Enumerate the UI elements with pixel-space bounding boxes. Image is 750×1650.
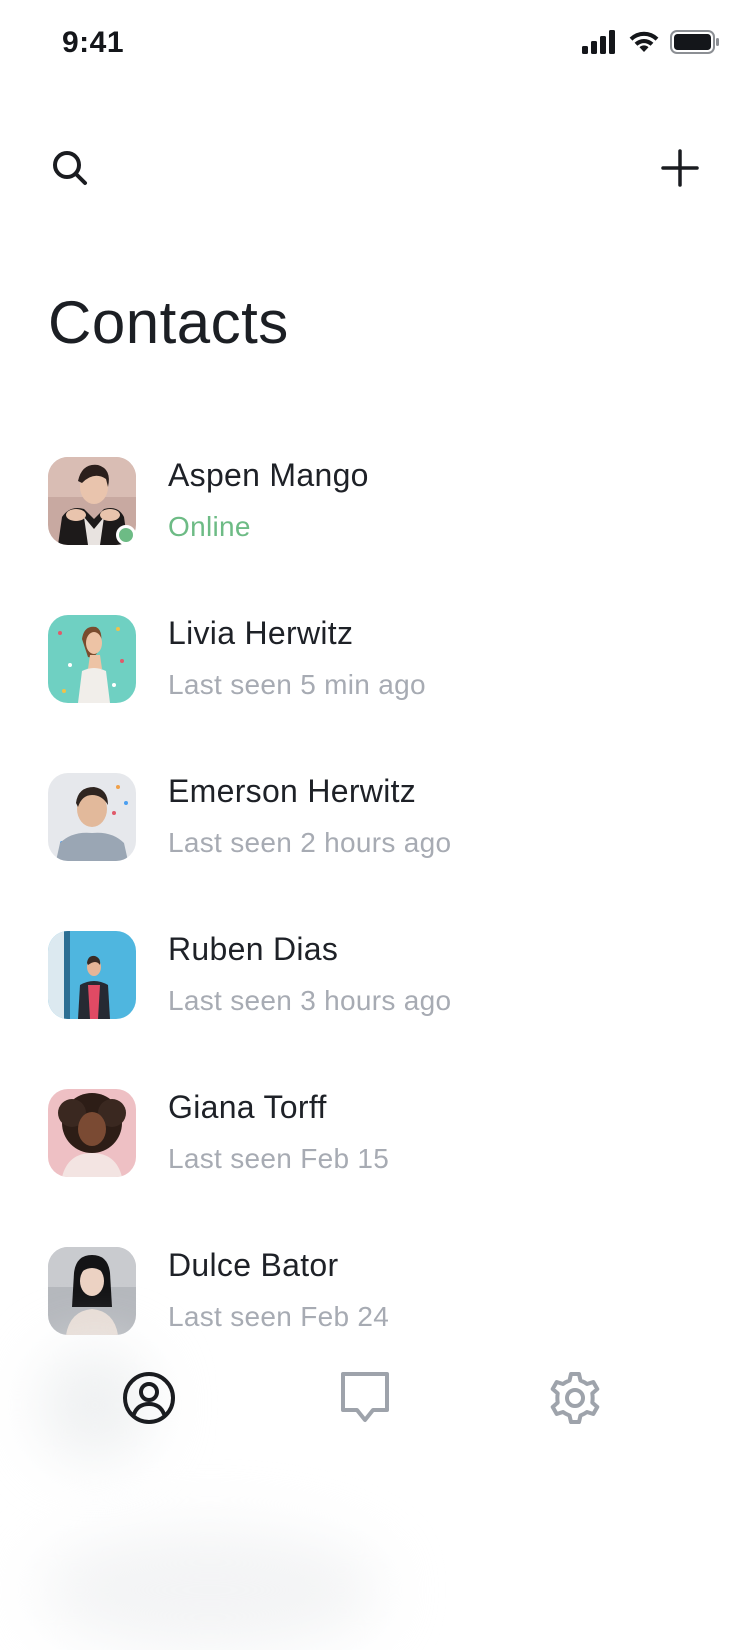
add-contact-button[interactable] xyxy=(650,140,710,200)
contact-status: Last seen Feb 24 xyxy=(168,1301,390,1332)
wifi-icon xyxy=(628,30,660,59)
contact-name: Emerson Herwitz xyxy=(168,773,417,809)
avatar xyxy=(48,1247,136,1335)
tab-contacts[interactable] xyxy=(109,1360,189,1440)
avatar xyxy=(48,773,136,861)
background-blur xyxy=(40,1530,380,1650)
contact-row[interactable]: Emerson Herwitz Last seen 2 hours ago xyxy=(0,773,750,931)
contact-status: Last seen 5 min ago xyxy=(168,669,426,700)
contact-name: Livia Herwitz xyxy=(168,615,354,651)
status-bar: 9:41 xyxy=(0,0,750,92)
search-button[interactable] xyxy=(40,140,100,200)
settings-icon xyxy=(547,1370,603,1431)
plus-icon xyxy=(660,148,700,193)
search-icon xyxy=(50,148,90,193)
contact-row[interactable]: Aspen Mango Online xyxy=(0,457,750,615)
status-time: 9:41 xyxy=(62,26,125,59)
contact-status: Online xyxy=(168,511,251,542)
contact-row[interactable]: Livia Herwitz Last seen 5 min ago xyxy=(0,615,750,773)
cellular-signal-icon xyxy=(582,30,618,59)
top-bar xyxy=(0,140,750,210)
online-indicator xyxy=(116,525,136,545)
contact-name: Dulce Bator xyxy=(168,1247,339,1283)
page-title: Contacts xyxy=(48,289,289,356)
status-icons xyxy=(582,30,720,59)
tab-settings[interactable] xyxy=(535,1360,615,1440)
tab-bar xyxy=(0,1371,750,1510)
contact-name: Giana Torff xyxy=(168,1089,327,1125)
contacts-icon xyxy=(121,1370,177,1431)
contact-status: Last seen 2 hours ago xyxy=(168,827,452,858)
avatar xyxy=(48,615,136,703)
contact-list: Aspen Mango Online Livia Herwitz Last se… xyxy=(0,457,750,1405)
contact-name: Aspen Mango xyxy=(168,457,369,493)
chat-icon xyxy=(339,1370,391,1431)
contact-status: Last seen Feb 15 xyxy=(168,1143,390,1174)
avatar xyxy=(48,1089,136,1177)
contact-row[interactable]: Ruben Dias Last seen 3 hours ago xyxy=(0,931,750,1089)
battery-icon xyxy=(670,30,720,59)
avatar xyxy=(48,931,136,1019)
tab-chats[interactable] xyxy=(325,1360,405,1440)
contact-status: Last seen 3 hours ago xyxy=(168,985,452,1016)
contact-name: Ruben Dias xyxy=(168,931,339,967)
contact-row[interactable]: Giana Torff Last seen Feb 15 xyxy=(0,1089,750,1247)
